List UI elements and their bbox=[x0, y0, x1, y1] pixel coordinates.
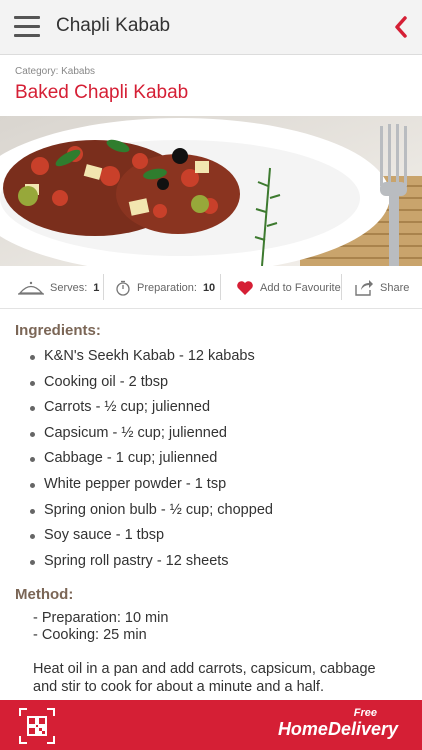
add-to-favourite-button[interactable]: Add to Favourite bbox=[236, 268, 341, 308]
list-item: White pepper powder - 1 tsp bbox=[30, 472, 273, 498]
serves-value: 1 bbox=[93, 282, 100, 294]
list-item: Capsicum - ½ cup; julienned bbox=[30, 421, 273, 447]
top-bar: Chapli Kabab bbox=[0, 0, 422, 55]
method-heading: Method: bbox=[15, 586, 74, 603]
recipe-image bbox=[0, 116, 422, 266]
recipe-stats-bar: Serves: 1 Preparation: 10 Add to Favouri… bbox=[0, 268, 422, 309]
list-item: K&N's Seekh Kabab - 12 kababs bbox=[30, 344, 273, 370]
free-label: Free bbox=[353, 707, 377, 719]
page-title: Chapli Kabab bbox=[56, 15, 171, 36]
recipe-title: Baked Chapli Kabab bbox=[15, 82, 189, 103]
back-chevron-icon[interactable] bbox=[390, 14, 412, 40]
share-button[interactable]: Share bbox=[354, 268, 409, 308]
list-item: Soy sauce - 1 tbsp bbox=[30, 523, 273, 549]
add-to-favourite-label: Add to Favourite bbox=[260, 282, 341, 294]
heart-icon bbox=[237, 281, 253, 295]
method-preparation-time: - Preparation: 10 min bbox=[33, 610, 169, 626]
method-cooking-time: - Cooking: 25 min bbox=[33, 627, 147, 643]
recipe-category: Category: Kababs bbox=[15, 66, 96, 77]
preparation-value: 10 bbox=[202, 282, 216, 294]
list-item: Cooking oil - 2 tbsp bbox=[30, 370, 273, 396]
preparation-label: Preparation: bbox=[137, 282, 197, 294]
ingredients-list: K&N's Seekh Kabab - 12 kababs Cooking oi… bbox=[30, 344, 273, 574]
serves-stat: Serves: 1 bbox=[18, 268, 99, 308]
divider bbox=[103, 274, 104, 300]
divider bbox=[341, 274, 342, 300]
method-text: Heat oil in a pan and add carrots, capsi… bbox=[33, 661, 376, 695]
ingredients-heading: Ingredients: bbox=[15, 322, 101, 339]
list-item: Carrots - ½ cup; julienned bbox=[30, 395, 273, 421]
timer-icon bbox=[116, 280, 130, 296]
preparation-stat: Preparation: 10 bbox=[115, 268, 215, 308]
divider bbox=[220, 274, 221, 300]
serves-icon bbox=[18, 281, 44, 295]
home-delivery-label: HomeDelivery bbox=[277, 719, 398, 739]
list-item: Spring roll pastry - 12 sheets bbox=[30, 549, 273, 575]
share-icon bbox=[355, 280, 373, 296]
serves-label: Serves: bbox=[50, 282, 88, 294]
list-item: Cabbage - 1 cup; julienned bbox=[30, 446, 273, 472]
list-item: Spring onion bulb - ½ cup; chopped bbox=[30, 498, 273, 524]
share-label: Share bbox=[380, 282, 410, 294]
qr-code-icon[interactable] bbox=[19, 708, 55, 744]
menu-icon[interactable] bbox=[14, 16, 40, 38]
home-delivery-banner[interactable]: Free HomeDelivery bbox=[0, 700, 422, 750]
